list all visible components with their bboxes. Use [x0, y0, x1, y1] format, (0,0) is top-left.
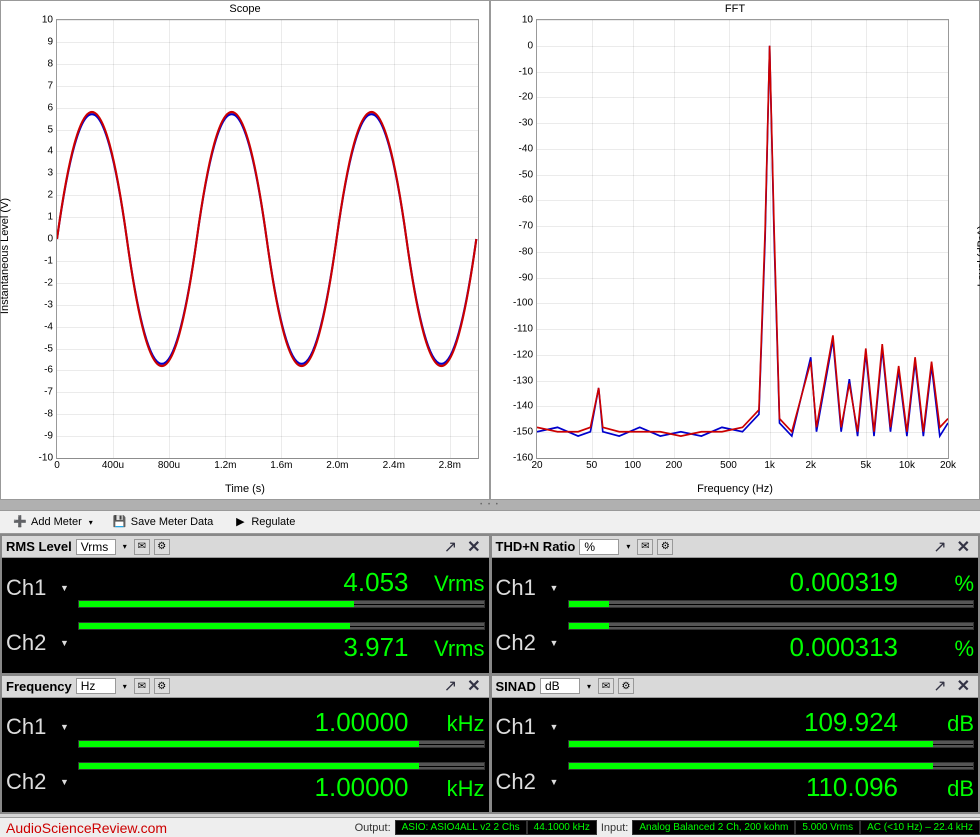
- sinad-ch1-bar: [568, 740, 975, 748]
- popout-icon[interactable]: ↗: [442, 537, 459, 557]
- popout-icon[interactable]: ↗: [442, 676, 459, 696]
- freq-ch1-bar: [78, 740, 485, 748]
- scope-title: Scope: [229, 3, 260, 15]
- close-icon[interactable]: ✕: [463, 537, 484, 557]
- envelope-icon[interactable]: ✉: [134, 539, 150, 555]
- sinad-ch1-row: Ch1 ▼ 109.924dB: [496, 700, 975, 755]
- output-label: Output:: [351, 822, 395, 834]
- input-value[interactable]: Analog Balanced 2 Ch, 200 kohm: [632, 820, 795, 835]
- output-value[interactable]: ASIO: ASIO4ALL v2 2 Chs: [395, 820, 527, 835]
- fft-title: FFT: [725, 3, 745, 15]
- rms-unit-select[interactable]: Vrms: [76, 539, 116, 555]
- scope-plot[interactable]: 10 9 8 7 6 5 4 3 2 1 0 -1 -2 -3 -4 -5 -6…: [56, 19, 479, 459]
- scope-trace-ch1: [57, 112, 476, 366]
- freq-unit-select[interactable]: Hz: [76, 678, 116, 694]
- fft-plot[interactable]: 10 0 -10 -20 -30 -40 -50 -60 -70 -80 -90…: [536, 19, 949, 459]
- freq-ch2-bar: [78, 762, 485, 770]
- dropdown-icon: ▾: [89, 518, 93, 527]
- chevron-down-icon[interactable]: ▼: [60, 638, 70, 648]
- sinad-ch2-value: 110.096: [806, 772, 898, 803]
- thdn-ch2-value: 0.000313: [790, 632, 898, 663]
- thdn-ch1-value: 0.000319: [790, 567, 898, 598]
- close-icon[interactable]: ✕: [463, 676, 484, 696]
- freq-ch2-row: Ch2 ▼ 1.00000kHz: [6, 755, 485, 810]
- envelope-icon[interactable]: ✉: [637, 539, 653, 555]
- regulate-button[interactable]: ▶Regulate: [224, 512, 304, 532]
- freq-ch1-row: Ch1 ▼ 1.00000kHz: [6, 700, 485, 755]
- close-icon[interactable]: ✕: [953, 676, 974, 696]
- status-bar: AudioScienceReview.com Output: ASIO: ASI…: [0, 817, 980, 837]
- chevron-down-icon[interactable]: ▼: [550, 777, 560, 787]
- chevron-down-icon[interactable]: ▼: [550, 583, 560, 593]
- envelope-icon[interactable]: ✉: [134, 678, 150, 694]
- chevron-down-icon[interactable]: ▼: [60, 722, 70, 732]
- play-icon: ▶: [233, 515, 247, 529]
- close-icon[interactable]: ✕: [953, 537, 974, 557]
- dropdown-icon[interactable]: ▾: [120, 542, 130, 551]
- meter-sinad: SINAD dB▾ ✉ ⚙ ↗ ✕ Ch1 ▼ 109.924dB Ch2 ▼: [492, 676, 979, 813]
- freq-title: Frequency: [6, 679, 72, 694]
- thdn-unit-select[interactable]: %: [579, 539, 619, 555]
- chevron-down-icon[interactable]: ▼: [60, 777, 70, 787]
- meter-toolbar: ➕Add Meter▾ 💾Save Meter Data ▶Regulate: [0, 510, 980, 534]
- sinad-ch2-bar: [568, 762, 975, 770]
- gear-icon[interactable]: ⚙: [154, 539, 170, 555]
- input-bandwidth[interactable]: AC (<10 Hz) – 22.4 kHz: [860, 820, 980, 835]
- sinad-title: SINAD: [496, 679, 536, 694]
- freq-ch2-value: 1.00000: [315, 772, 409, 803]
- brand-label: AudioScienceReview.com: [0, 820, 173, 836]
- pane-divider[interactable]: • • •: [0, 500, 980, 510]
- rms-ch2-value: 3.971: [343, 632, 408, 663]
- fft-ylabel: Level (dBrA): [976, 225, 980, 286]
- thdn-title: THD+N Ratio: [496, 539, 576, 554]
- fft-trace-ch1: [537, 46, 948, 436]
- chevron-down-icon[interactable]: ▼: [550, 722, 560, 732]
- rms-ch1-row: Ch1 ▼ 4.053Vrms: [6, 560, 485, 615]
- meter-thdn: THD+N Ratio % ▾ ✉ ⚙ ↗ ✕ Ch1 ▼ 0.000319% C…: [492, 536, 979, 673]
- input-level[interactable]: 5.000 Vrms: [795, 820, 860, 835]
- save-meter-button[interactable]: 💾Save Meter Data: [104, 512, 223, 532]
- thdn-ch2-row: Ch2 ▼ 0.000313%: [496, 615, 975, 670]
- meter-frequency: Frequency Hz ▾ ✉ ⚙ ↗ ✕ Ch1 ▼ 1.00000kHz C…: [2, 676, 489, 813]
- chevron-down-icon[interactable]: ▼: [550, 638, 560, 648]
- plus-icon: ➕: [13, 515, 27, 529]
- gear-icon[interactable]: ⚙: [154, 678, 170, 694]
- envelope-icon[interactable]: ✉: [598, 678, 614, 694]
- chevron-down-icon[interactable]: ▼: [60, 583, 70, 593]
- dropdown-icon[interactable]: ▾: [623, 542, 633, 551]
- output-rate[interactable]: 44.1000 kHz: [527, 820, 597, 835]
- meter-rms: RMS Level Vrms▾ ✉ ⚙ ↗ ✕ Ch1 ▼ 4.053Vrms …: [2, 536, 489, 673]
- freq-ch1-value: 1.00000: [315, 707, 409, 738]
- input-label: Input:: [597, 822, 633, 834]
- fft-panel: FFT Level (dBrA) Frequency (Hz) 10 0 -10…: [490, 0, 980, 500]
- sinad-unit-select[interactable]: dB: [540, 678, 580, 694]
- scope-panel: Scope AUDIOPHONICS EVO-SABRE USB/XLR Ins…: [0, 0, 490, 500]
- thdn-ch2-bar: [568, 622, 975, 630]
- scope-xlabel: Time (s): [225, 483, 265, 495]
- rms-ch1-value: 4.053: [343, 567, 408, 598]
- sinad-ch1-value: 109.924: [804, 707, 898, 738]
- rms-title: RMS Level: [6, 539, 72, 554]
- fft-xlabel: Frequency (Hz): [697, 483, 773, 495]
- rms-ch2-bar: [78, 622, 485, 630]
- rms-ch1-bar: [78, 600, 485, 608]
- gear-icon[interactable]: ⚙: [618, 678, 634, 694]
- rms-ch2-row: Ch2 ▼ 3.971Vrms: [6, 615, 485, 670]
- dropdown-icon[interactable]: ▾: [584, 682, 594, 691]
- sinad-ch2-row: Ch2 ▼ 110.096dB: [496, 755, 975, 810]
- gear-icon[interactable]: ⚙: [657, 539, 673, 555]
- scope-ylabel: Instantaneous Level (V): [0, 198, 11, 314]
- thdn-ch1-row: Ch1 ▼ 0.000319%: [496, 560, 975, 615]
- dropdown-icon[interactable]: ▾: [120, 682, 130, 691]
- popout-icon[interactable]: ↗: [931, 537, 948, 557]
- add-meter-button[interactable]: ➕Add Meter▾: [4, 512, 102, 532]
- save-icon: 💾: [113, 515, 127, 529]
- thdn-ch1-bar: [568, 600, 975, 608]
- popout-icon[interactable]: ↗: [931, 676, 948, 696]
